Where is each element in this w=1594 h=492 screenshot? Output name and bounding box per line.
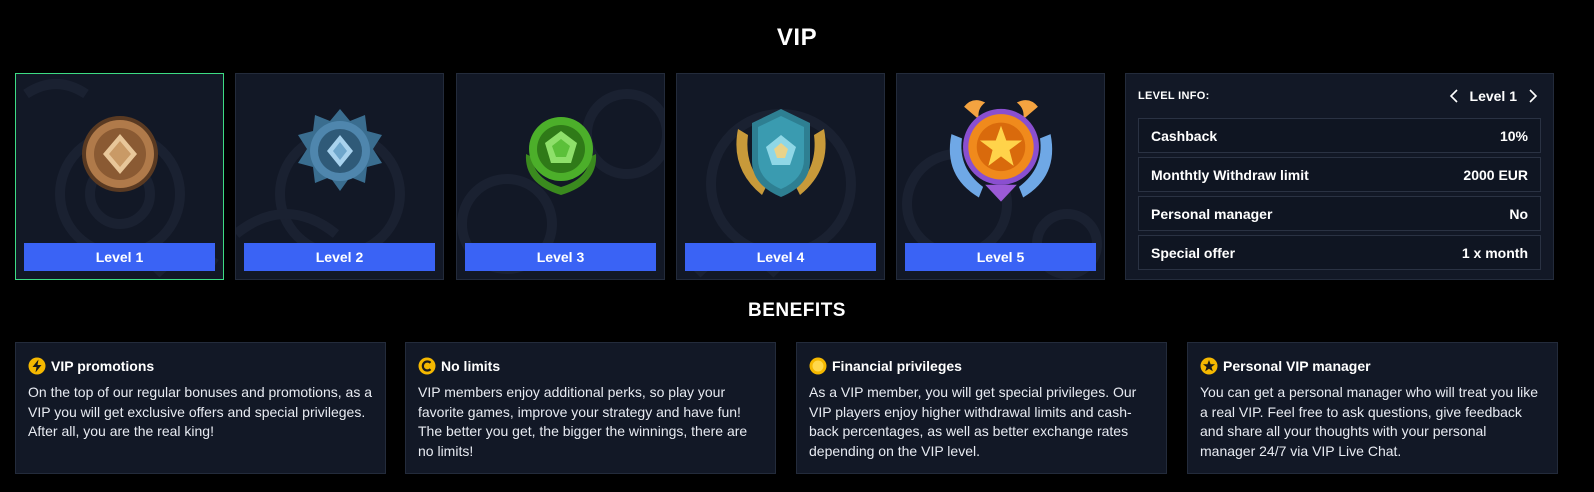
chevron-right-icon[interactable] [1525, 88, 1541, 104]
level-info-row-special-offer: Special offer 1 x month [1138, 235, 1541, 270]
row-name: Cashback [1151, 127, 1218, 144]
teal-winged-badge-icon [735, 109, 826, 197]
level-info-row-withdraw-limit: Monthtly Withdraw limit 2000 EUR [1138, 157, 1541, 192]
green-badge-icon [525, 117, 596, 195]
level-cards: Level 1 Level 2 Level 3 Level 4 Level 5 [15, 73, 1115, 280]
level-selector: Level 1 [1446, 88, 1541, 104]
benefit-card-personal-vip-manager: Personal VIP manager You can get a perso… [1187, 342, 1558, 474]
level-info-panel: LEVEL INFO: Level 1 Cashback 10% Monthtl… [1125, 73, 1554, 280]
level-5-button[interactable]: Level 5 [905, 243, 1096, 271]
row-name: Personal manager [1151, 205, 1273, 222]
level-card-4[interactable]: Level 4 [676, 73, 885, 280]
gold-coin-icon [809, 357, 827, 375]
level-info-label: LEVEL INFO: [1138, 90, 1210, 102]
benefits-title: BENEFITS [748, 300, 846, 321]
benefit-card-no-limits: No limits VIP members enjoy additional p… [405, 342, 776, 474]
level-card-1[interactable]: Level 1 [15, 73, 224, 280]
level-info-row-cashback: Cashback 10% [1138, 118, 1541, 153]
benefit-text: VIP members enjoy additional perks, so p… [418, 384, 748, 459]
row-value: 2000 EUR [1463, 166, 1528, 183]
benefit-text: As a VIP member, you will get special pr… [809, 384, 1137, 459]
level-2-button[interactable]: Level 2 [244, 243, 435, 271]
level-1-button[interactable]: Level 1 [24, 243, 215, 271]
row-name: Special offer [1151, 244, 1236, 261]
level-4-button[interactable]: Level 4 [685, 243, 876, 271]
benefit-title: VIP promotions [51, 358, 155, 374]
coin-c-icon [418, 357, 436, 375]
benefit-card-financial-privileges: Financial privileges As a VIP member, yo… [796, 342, 1167, 474]
chevron-left-icon[interactable] [1446, 88, 1462, 104]
steel-blue-badge-icon [297, 109, 382, 191]
level-card-5[interactable]: Level 5 [896, 73, 1105, 280]
vip-title: VIP [776, 24, 818, 51]
vip-page: VIP Level 1 Level 2 Level 3 Level 4 Leve… [0, 0, 1594, 492]
row-value: 1 x month [1461, 244, 1528, 261]
level-card-3[interactable]: Level 3 [456, 73, 665, 280]
row-value: No [1509, 205, 1528, 222]
lightning-icon [28, 357, 46, 375]
level-info-header: LEVEL INFO: Level 1 [1138, 86, 1541, 106]
star-icon [1200, 357, 1218, 375]
bronze-badge-icon [81, 116, 158, 192]
benefit-title: Financial privileges [832, 358, 962, 374]
row-value: 10% [1499, 127, 1528, 144]
row-name: Monthtly Withdraw limit [1151, 166, 1309, 183]
gold-star-badge-icon [949, 100, 1052, 202]
benefit-text: On the top of our regular bonuses and pr… [28, 384, 372, 439]
level-3-button[interactable]: Level 3 [465, 243, 656, 271]
benefit-text: You can get a personal manager who will … [1200, 384, 1539, 459]
level-card-2[interactable]: Level 2 [235, 73, 444, 280]
level-info-row-personal-manager: Personal manager No [1138, 196, 1541, 231]
benefit-title: No limits [441, 358, 501, 374]
benefit-title: Personal VIP manager [1223, 358, 1371, 374]
benefit-card-vip-promotions: VIP promotions On the top of our regular… [15, 342, 386, 474]
current-level-label: Level 1 [1469, 88, 1517, 104]
benefits-list: VIP promotions On the top of our regular… [15, 342, 1569, 474]
